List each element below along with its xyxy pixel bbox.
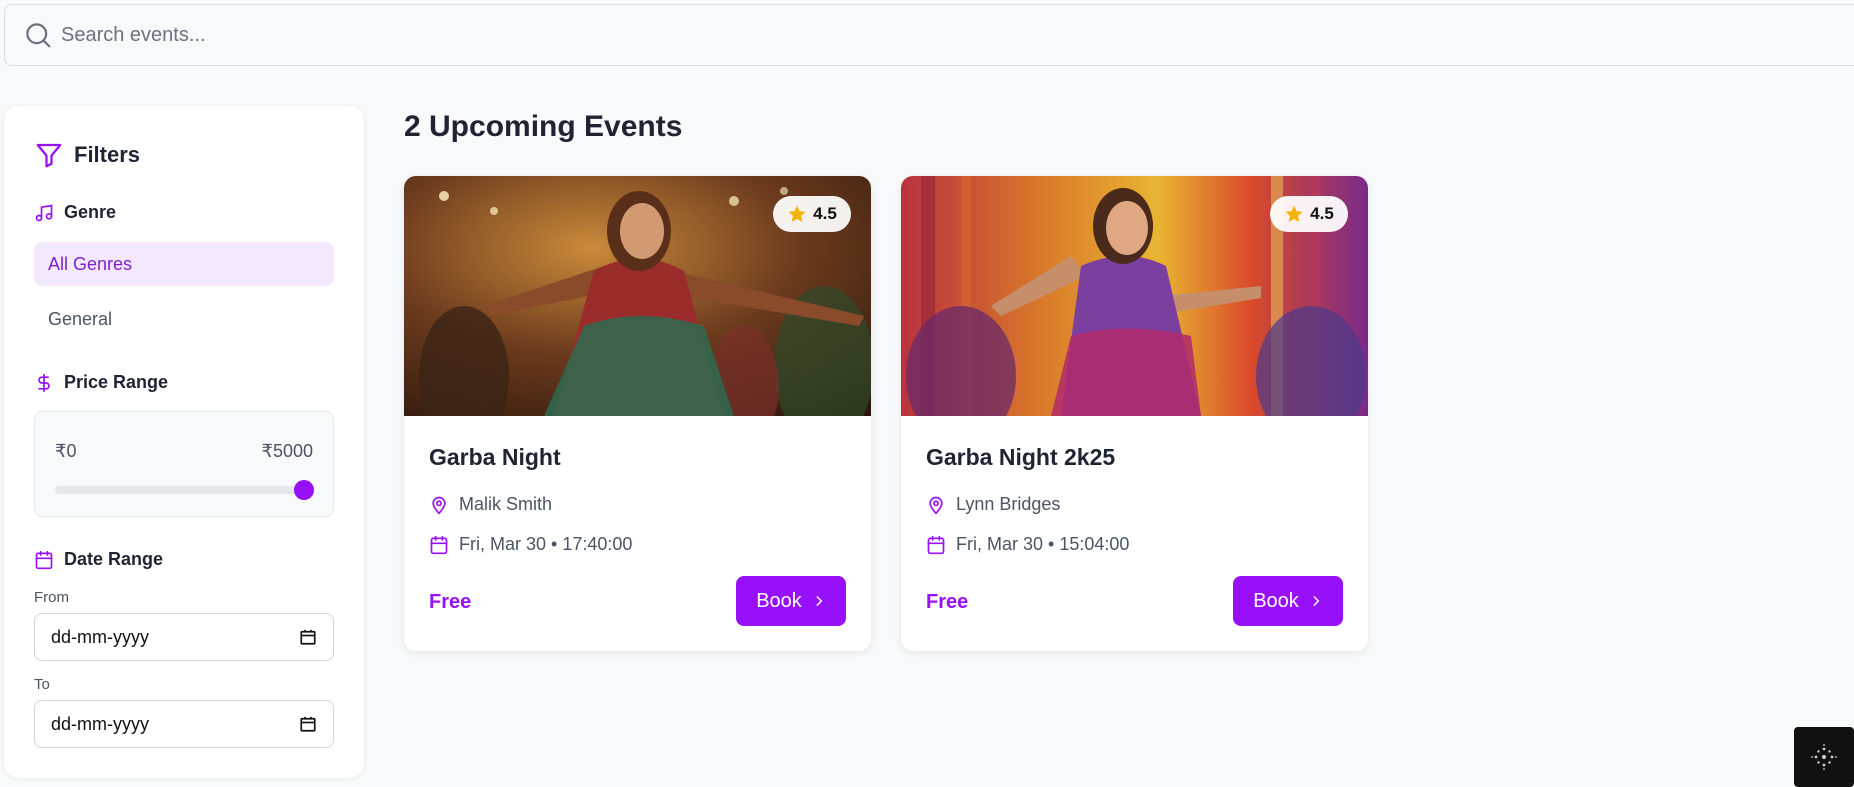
calendar-icon — [927, 535, 945, 554]
star-icon — [1285, 205, 1303, 222]
rating-value: 4.5 — [1310, 204, 1334, 223]
filters-header: Filters — [34, 140, 140, 170]
book-button-label: Book — [756, 589, 802, 612]
event-image: 4.5 — [901, 176, 1368, 416]
rating-badge: 4.5 — [1270, 196, 1348, 232]
calendar-icon — [35, 550, 53, 569]
date-range-label: Date Range — [64, 549, 164, 569]
rating-badge: 4.5 — [773, 196, 851, 232]
book-button-label: Book — [1253, 589, 1299, 612]
book-button[interactable]: Book — [1233, 576, 1343, 626]
event-price: Free — [926, 591, 969, 613]
chevron-right-icon — [1313, 596, 1320, 606]
event-price: Free — [429, 591, 472, 613]
event-card[interactable]: 4.5 Garba Night 2k25 Lynn Bridges Fri, M… — [901, 176, 1368, 651]
dollar-icon — [38, 373, 50, 392]
event-datetime: Fri, Mar 30 • 17:40:00 — [459, 534, 633, 554]
event-organizer: Malik Smith — [459, 494, 553, 514]
event-organizer-row: Malik Smith — [429, 494, 552, 515]
event-organizer-row: Lynn Bridges — [926, 494, 1060, 515]
price-max-label: ₹5000 — [261, 441, 314, 461]
event-image: 4.5 — [404, 176, 871, 416]
calendar-icon — [430, 535, 448, 554]
genre-heading-label: Genre — [64, 202, 117, 222]
price-range-label: Price Range — [64, 372, 169, 392]
genre-option-all-genres[interactable]: All Genres — [34, 242, 334, 286]
search-input[interactable] — [61, 23, 661, 47]
book-button[interactable]: Book — [736, 576, 846, 626]
price-slider-track[interactable] — [55, 486, 305, 494]
calendar-picker-icon[interactable] — [299, 628, 317, 646]
event-organizer: Lynn Bridges — [956, 494, 1061, 514]
search-bar[interactable] — [4, 4, 1854, 66]
page-title: 2 Upcoming Events — [404, 110, 683, 143]
date-from-value: dd-mm-yyyy — [51, 626, 149, 647]
date-to-input[interactable]: dd-mm-yyyy — [34, 700, 334, 748]
brand-logo — [1794, 727, 1854, 787]
event-date-row: Fri, Mar 30 • 15:04:00 — [926, 534, 1129, 555]
price-min-label: ₹0 — [55, 441, 77, 461]
music-note-icon — [35, 204, 53, 221]
price-range-heading: Price Range — [34, 372, 168, 393]
date-from-input[interactable]: dd-mm-yyyy — [34, 613, 334, 661]
price-slider-thumb[interactable] — [294, 480, 314, 500]
calendar-picker-icon[interactable] — [299, 715, 317, 733]
event-card[interactable]: 4.5 Garba Night Malik Smith Fri, Mar 30 … — [404, 176, 871, 651]
date-to-value: dd-mm-yyyy — [51, 713, 149, 734]
price-range-box: ₹0 ₹5000 — [34, 411, 334, 517]
filters-title: Filters — [74, 142, 141, 167]
date-to-label: To — [34, 676, 50, 693]
rating-value: 4.5 — [813, 204, 837, 223]
chevron-right-icon — [816, 596, 823, 606]
event-datetime: Fri, Mar 30 • 15:04:00 — [956, 534, 1130, 554]
location-pin-icon — [929, 496, 943, 515]
location-pin-icon — [432, 496, 446, 515]
filter-icon — [36, 143, 62, 168]
search-icon — [26, 23, 51, 48]
date-range-heading: Date Range — [34, 549, 163, 570]
filters-sidebar: Filters Genre All Genres General Price R… — [4, 106, 364, 778]
sparkle-logo-icon — [1811, 744, 1837, 770]
genre-heading: Genre — [34, 202, 116, 223]
event-title[interactable]: Garba Night 2k25 — [926, 444, 1115, 471]
event-date-row: Fri, Mar 30 • 17:40:00 — [429, 534, 632, 555]
star-icon — [788, 205, 806, 222]
date-from-label: From — [34, 589, 69, 606]
genre-option-general[interactable]: General — [34, 297, 334, 341]
event-title[interactable]: Garba Night — [429, 444, 561, 471]
